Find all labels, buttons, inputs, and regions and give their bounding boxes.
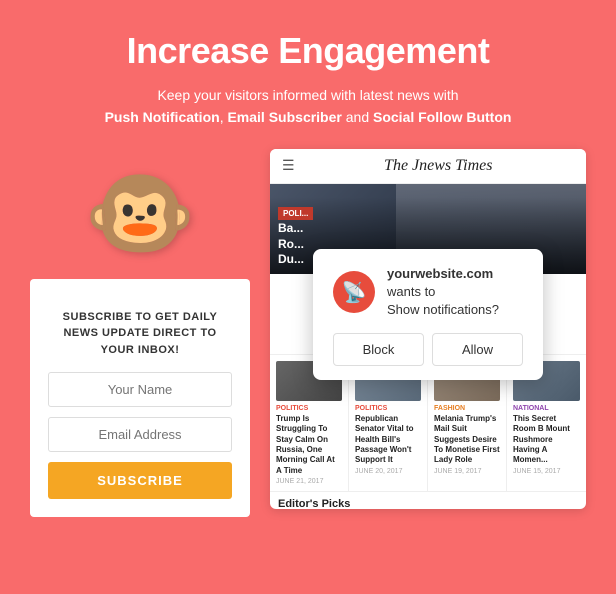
popup-content: 📡 yourwebsite.com wants toShow notificat… bbox=[333, 265, 523, 320]
monkey-mascot: 🐵 bbox=[75, 149, 205, 279]
subtext-plain: Keep your visitors informed with latest … bbox=[157, 87, 458, 103]
subtext-comma: , bbox=[220, 109, 224, 125]
news-card-3-tag: FASHION bbox=[434, 405, 500, 412]
hamburger-icon[interactable]: ☰ bbox=[282, 157, 295, 174]
popup-domain: yourwebsite.com bbox=[387, 266, 493, 281]
page-headline: Increase Engagement bbox=[127, 30, 490, 72]
news-card-3-date: JUNE 19, 2017 bbox=[434, 468, 500, 475]
subtext-bold1: Push Notification bbox=[105, 109, 220, 125]
news-card-2-date: JUNE 20, 2017 bbox=[355, 468, 421, 475]
news-card-1-headline: Trump Is Struggling To Stay Calm On Russ… bbox=[276, 414, 342, 476]
news-card-3-headline: Melania Trump's Mail Suit Suggests Desir… bbox=[434, 414, 500, 466]
news-card-4-tag: NATIONAL bbox=[513, 405, 580, 412]
left-panel: 🐵 SUBSCRIBE TO GET DAILY NEWS UPDATE DIR… bbox=[30, 149, 250, 518]
wifi-icon: 📡 bbox=[342, 280, 367, 305]
news-card-1-date: JUNE 21, 2017 bbox=[276, 478, 342, 485]
subscribe-card: SUBSCRIBE TO GET DAILY NEWS UPDATE DIREC… bbox=[30, 279, 250, 518]
popup-icon: 📡 bbox=[333, 271, 375, 313]
subtext-and: and bbox=[346, 109, 373, 125]
news-card-4-headline: This Secret Room B Mount Rushmore Having… bbox=[513, 414, 580, 466]
news-card-2-headline: Republican Senator Vital to Health Bill'… bbox=[355, 414, 421, 466]
news-card-2-tag: POLITICS bbox=[355, 405, 421, 412]
subscribe-card-title: SUBSCRIBE TO GET DAILY NEWS UPDATE DIREC… bbox=[48, 309, 232, 359]
notification-popup: 📡 yourwebsite.com wants toShow notificat… bbox=[313, 249, 543, 381]
hero-tag: POLI... bbox=[278, 207, 313, 220]
monkey-icon: 🐵 bbox=[84, 169, 196, 259]
news-site-title: The Jnews Times bbox=[303, 157, 574, 175]
popup-buttons: Block Allow bbox=[333, 333, 523, 366]
news-mockup-panel: ☰ The Jnews Times POLI... Ba...Ro...Du..… bbox=[270, 149, 586, 509]
email-input[interactable] bbox=[48, 417, 232, 452]
block-button[interactable]: Block bbox=[333, 333, 424, 366]
popup-message: yourwebsite.com wants toShow notificatio… bbox=[387, 265, 523, 320]
editors-picks-title: Editor's Picks bbox=[278, 498, 578, 509]
page-subheadline: Keep your visitors informed with latest … bbox=[105, 84, 512, 129]
content-row: 🐵 SUBSCRIBE TO GET DAILY NEWS UPDATE DIR… bbox=[20, 149, 596, 518]
name-input[interactable] bbox=[48, 372, 232, 407]
subtext-bold2: Email Subscriber bbox=[227, 109, 341, 125]
news-card-1-tag: POLITICS bbox=[276, 405, 342, 412]
news-header: ☰ The Jnews Times bbox=[270, 149, 586, 184]
subtext-bold3: Social Follow Button bbox=[373, 109, 511, 125]
editors-picks-section: Editor's Picks POLITICS Riots Report Sho… bbox=[270, 491, 586, 509]
subscribe-button[interactable]: SUBSCRIBE bbox=[48, 462, 232, 499]
main-container: Increase Engagement Keep your visitors i… bbox=[0, 0, 616, 594]
news-card-4-date: JUNE 15, 2017 bbox=[513, 468, 580, 475]
allow-button[interactable]: Allow bbox=[432, 333, 523, 366]
